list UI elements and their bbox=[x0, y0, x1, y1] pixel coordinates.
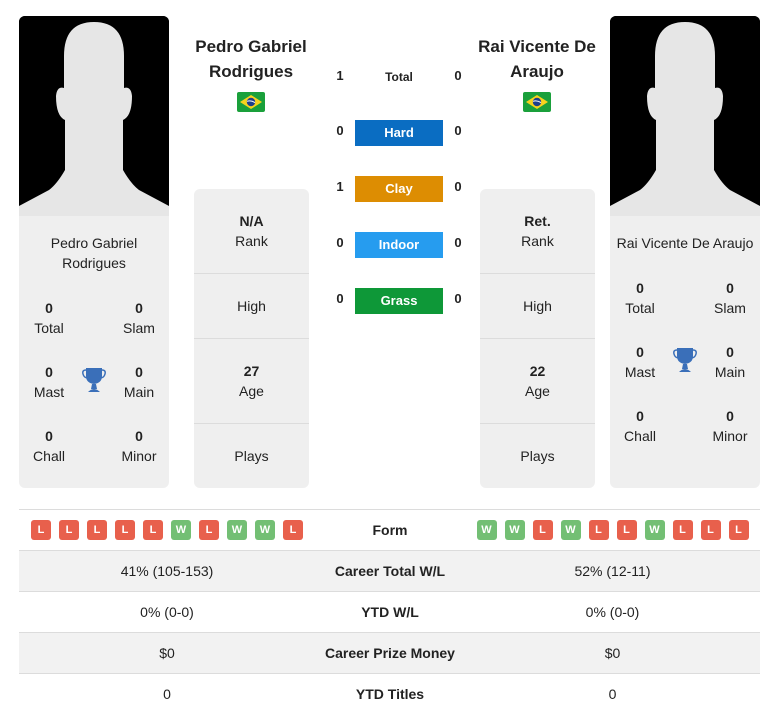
player1-photo bbox=[19, 16, 169, 216]
player1-ytd-wl: 0% (0-0) bbox=[140, 604, 194, 620]
player2-plays: Plays bbox=[520, 448, 555, 464]
h2h-grass-p1: 0 bbox=[336, 291, 344, 306]
form-win-badge[interactable]: W bbox=[227, 520, 247, 540]
form-loss-badge[interactable]: L bbox=[59, 520, 79, 540]
comparison-table: LLLLLWLWWL Form WWLWLLWLLL 41% (105-153)… bbox=[19, 509, 760, 714]
form-label: Form bbox=[372, 522, 408, 538]
player2-rank: Ret. Rank bbox=[480, 189, 595, 274]
player1-age: 27 Age bbox=[194, 339, 309, 424]
player2-age: 22 Age bbox=[480, 339, 595, 424]
form-loss-badge[interactable]: L bbox=[115, 520, 135, 540]
player1-prize-money: $0 bbox=[159, 645, 175, 661]
form-loss-badge[interactable]: L bbox=[700, 520, 721, 540]
player1-total-titles: 0 Total bbox=[34, 300, 64, 336]
h2h-indoor-p1: 0 bbox=[336, 235, 344, 250]
player2-prize-money: $0 bbox=[604, 645, 621, 661]
player2-mast-titles: 0 Mast bbox=[624, 344, 656, 380]
h2h-hard-p1: 0 bbox=[336, 123, 344, 138]
player1-info-card: N/A Rank High 27 Age Plays bbox=[194, 189, 309, 488]
player2-form: WWLWLLWLLL bbox=[465, 520, 760, 540]
form-loss-badge[interactable]: L bbox=[728, 520, 749, 540]
h2h-total-label: Total bbox=[385, 70, 413, 84]
career-wl-label: Career Total W/L bbox=[334, 563, 446, 579]
brazil-flag-icon bbox=[237, 92, 265, 112]
form-loss-badge[interactable]: L bbox=[143, 520, 163, 540]
form-loss-badge[interactable]: L bbox=[199, 520, 219, 540]
player2-main-titles: 0 Main bbox=[714, 344, 746, 380]
h2h-clay-p1: 1 bbox=[336, 179, 344, 194]
player2-ytd-wl: 0% (0-0) bbox=[585, 604, 640, 620]
player1-rank: N/A Rank bbox=[194, 189, 309, 274]
player2-career-wl: 52% (12-11) bbox=[574, 563, 651, 579]
form-loss-badge[interactable]: L bbox=[87, 520, 107, 540]
ytd-wl-label: YTD W/L bbox=[361, 604, 419, 620]
prize-money-label: Career Prize Money bbox=[325, 645, 455, 661]
prize-money-row: $0 Career Prize Money $0 bbox=[19, 632, 760, 673]
player2-card-name: Rai Vicente De Araujo bbox=[616, 235, 754, 251]
player1-form: LLLLLWLWWL bbox=[19, 520, 315, 540]
form-win-badge[interactable]: W bbox=[476, 520, 497, 540]
form-loss-badge[interactable]: L bbox=[31, 520, 51, 540]
player1-slam-titles: 0 Slam bbox=[123, 300, 155, 336]
player2-name-heading[interactable]: Rai Vicente De Araujo bbox=[462, 34, 612, 84]
surface-clay-button[interactable]: Clay bbox=[355, 176, 443, 202]
player1-minor-titles: 0 Minor bbox=[121, 428, 157, 464]
player2-info-card: Ret. Rank High 22 Age Plays bbox=[480, 189, 595, 488]
player2-card: Rai Vicente De Araujo 0 Total 0 Slam 0 Mast… bbox=[610, 216, 760, 488]
h2h-total-p1: 1 bbox=[336, 68, 344, 83]
player1-ytd-titles: 0 bbox=[163, 686, 171, 702]
form-win-badge[interactable]: W bbox=[560, 520, 581, 540]
player2-ytd-titles: 0 bbox=[608, 686, 617, 702]
trophy-icon bbox=[82, 366, 106, 394]
h2h-indoor-p2: 0 bbox=[454, 235, 462, 250]
ytd-titles-row: 0 YTD Titles 0 bbox=[19, 673, 760, 714]
h2h-hard-p2: 0 bbox=[454, 123, 462, 138]
form-win-badge[interactable]: W bbox=[171, 520, 191, 540]
h2h-grass-p2: 0 bbox=[454, 291, 462, 306]
form-loss-badge[interactable]: L bbox=[616, 520, 637, 540]
surface-grass-button[interactable]: Grass bbox=[355, 288, 443, 314]
player1-plays: Plays bbox=[234, 448, 269, 464]
ytd-titles-label: YTD Titles bbox=[355, 686, 425, 702]
player1-high: High bbox=[194, 274, 309, 339]
player2-photo bbox=[610, 16, 760, 216]
player1-career-wl: 41% (105-153) bbox=[120, 563, 214, 579]
form-loss-badge[interactable]: L bbox=[283, 520, 303, 540]
brazil-flag-icon bbox=[523, 92, 551, 112]
player2-minor-titles: 0 Minor bbox=[712, 408, 748, 444]
player2-chall-titles: 0 Chall bbox=[624, 408, 656, 444]
career-wl-row: 41% (105-153) Career Total W/L 52% (12-1… bbox=[19, 550, 760, 591]
surface-hard-button[interactable]: Hard bbox=[355, 120, 443, 146]
trophy-icon bbox=[673, 346, 697, 374]
silhouette-icon bbox=[19, 16, 169, 216]
player2-total-titles: 0 Total bbox=[625, 280, 655, 316]
form-win-badge[interactable]: W bbox=[255, 520, 275, 540]
form-win-badge[interactable]: W bbox=[504, 520, 525, 540]
player2-high: High bbox=[480, 274, 595, 339]
player1-mast-titles: 0 Mast bbox=[33, 364, 65, 400]
h2h-clay-p2: 0 bbox=[454, 179, 462, 194]
form-win-badge[interactable]: W bbox=[644, 520, 665, 540]
silhouette-icon bbox=[610, 16, 760, 216]
form-loss-badge[interactable]: L bbox=[672, 520, 693, 540]
form-loss-badge[interactable]: L bbox=[588, 520, 609, 540]
player2-slam-titles: 0 Slam bbox=[714, 280, 746, 316]
form-loss-badge[interactable]: L bbox=[532, 520, 553, 540]
surface-indoor-button[interactable]: Indoor bbox=[355, 232, 443, 258]
player1-card-name: Pedro Gabriel Rodrigues bbox=[50, 235, 138, 271]
player1-chall-titles: 0 Chall bbox=[33, 428, 65, 464]
player1-main-titles: 0 Main bbox=[123, 364, 155, 400]
player1-card: Pedro Gabriel Rodrigues 0 Total 0 Slam 0 Ma… bbox=[19, 216, 169, 488]
player1-name-heading[interactable]: Pedro Gabriel Rodrigues bbox=[176, 34, 326, 84]
ytd-wl-row: 0% (0-0) YTD W/L 0% (0-0) bbox=[19, 591, 760, 632]
form-row: LLLLLWLWWL Form WWLWLLWLLL bbox=[19, 509, 760, 550]
